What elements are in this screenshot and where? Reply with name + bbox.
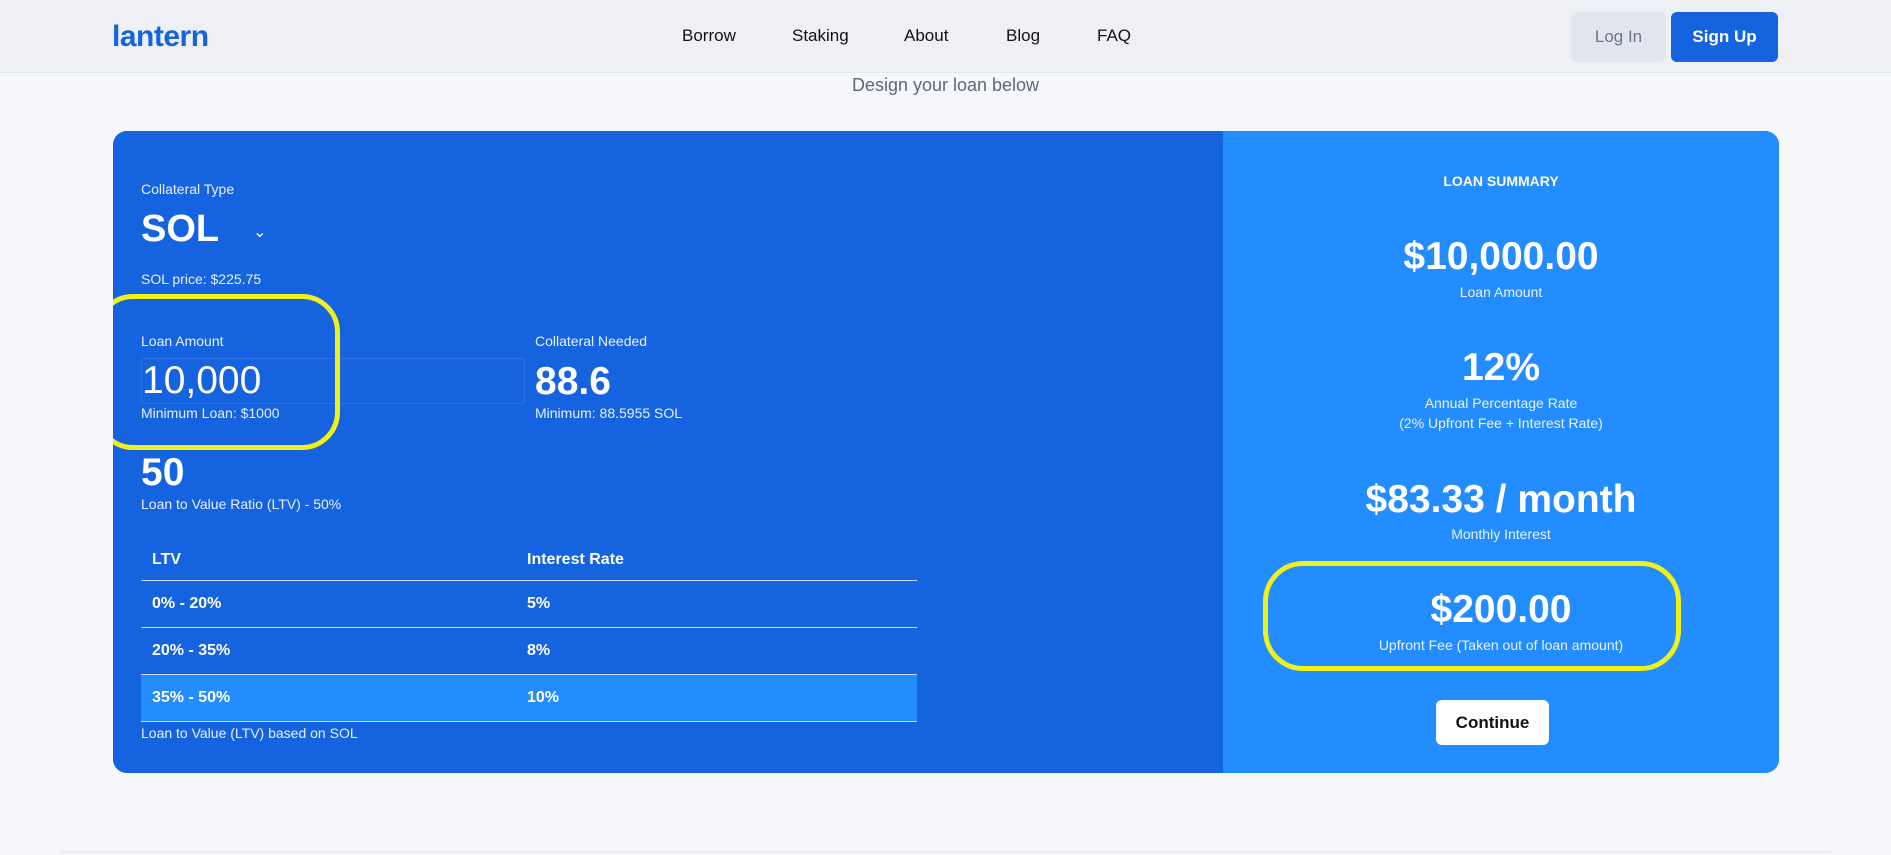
sol-price-text: SOL price: $225.75 <box>141 271 262 287</box>
table-row: 0% - 20% 5% <box>141 580 917 628</box>
loan-amount-label: Loan Amount <box>141 333 224 349</box>
ltv-range-cell: 20% - 35% <box>141 627 516 675</box>
collateral-minimum-text: Minimum: 88.5955 SOL <box>535 405 683 421</box>
ltv-header: LTV <box>141 540 516 581</box>
table-row-active: 35% - 50% 10% <box>141 674 917 722</box>
summary-monthly-interest: $83.33 / month <box>1365 478 1637 521</box>
ltv-range-cell: 0% - 20% <box>141 580 516 628</box>
interest-rate-header: Interest Rate <box>516 540 917 581</box>
interest-rate-cell: 8% <box>516 627 917 675</box>
ltv-ratio-label: Loan to Value Ratio (LTV) - 50% <box>141 496 342 512</box>
nav-blog[interactable]: Blog <box>1006 26 1040 46</box>
minimum-loan-text: Minimum Loan: $1000 <box>141 405 280 421</box>
footer-divider <box>60 851 1831 853</box>
ltv-value[interactable]: 50 <box>141 451 184 495</box>
continue-button[interactable]: Continue <box>1436 700 1549 745</box>
nav-borrow[interactable]: Borrow <box>682 26 736 46</box>
signup-button[interactable]: Sign Up <box>1671 12 1778 62</box>
loan-summary-title: LOAN SUMMARY <box>1443 173 1559 189</box>
loan-designer-card: Collateral Type SOL ⌄ SOL price: $225.75… <box>113 131 1779 773</box>
chevron-down-icon[interactable]: ⌄ <box>253 222 266 242</box>
lantern-logo[interactable]: lantern <box>112 20 209 54</box>
summary-loan-amount: $10,000.00 <box>1403 235 1599 278</box>
collateral-needed-value: 88.6 <box>535 360 611 403</box>
summary-upfront-fee-label: Upfront Fee (Taken out of loan amount) <box>1378 637 1624 653</box>
ltv-range-cell: 35% - 50% <box>141 674 516 722</box>
summary-apr-sublabel: (2% Upfront Fee + Interest Rate) <box>1399 415 1603 431</box>
summary-monthly-label: Monthly Interest <box>1451 526 1551 542</box>
summary-upfront-fee: $200.00 <box>1430 588 1572 631</box>
nav-about[interactable]: About <box>904 26 948 46</box>
nav-staking[interactable]: Staking <box>792 26 849 46</box>
collateral-needed-label: Collateral Needed <box>535 333 648 349</box>
loan-form-panel: Collateral Type SOL ⌄ SOL price: $225.75… <box>113 131 1223 773</box>
interest-rate-cell: 5% <box>516 580 917 628</box>
loan-summary-panel: LOAN SUMMARY $10,000.00 Loan Amount 12% … <box>1223 131 1779 773</box>
summary-apr-label: Annual Percentage Rate <box>1424 395 1578 411</box>
page-subtitle: Design your loan below <box>851 75 1040 95</box>
ltv-interest-table: LTV Interest Rate 0% - 20% 5% 20% - 35% … <box>141 540 917 722</box>
collateral-type-select[interactable]: SOL ⌄ <box>141 208 267 251</box>
summary-loan-amount-label: Loan Amount <box>1459 284 1543 300</box>
login-button[interactable]: Log In <box>1571 12 1666 62</box>
table-header-row: LTV Interest Rate <box>141 540 917 581</box>
collateral-type-label: Collateral Type <box>141 181 235 197</box>
nav-faq[interactable]: FAQ <box>1097 26 1131 46</box>
top-navbar: lantern Borrow Staking About Blog FAQ Lo… <box>0 0 1891 73</box>
interest-rate-cell: 10% <box>516 674 917 722</box>
ltv-footnote: Loan to Value (LTV) based on SOL <box>141 725 358 741</box>
loan-amount-input[interactable] <box>141 358 525 404</box>
collateral-type-value: SOL <box>141 208 220 250</box>
summary-apr: 12% <box>1461 346 1541 389</box>
table-row: 20% - 35% 8% <box>141 627 917 675</box>
